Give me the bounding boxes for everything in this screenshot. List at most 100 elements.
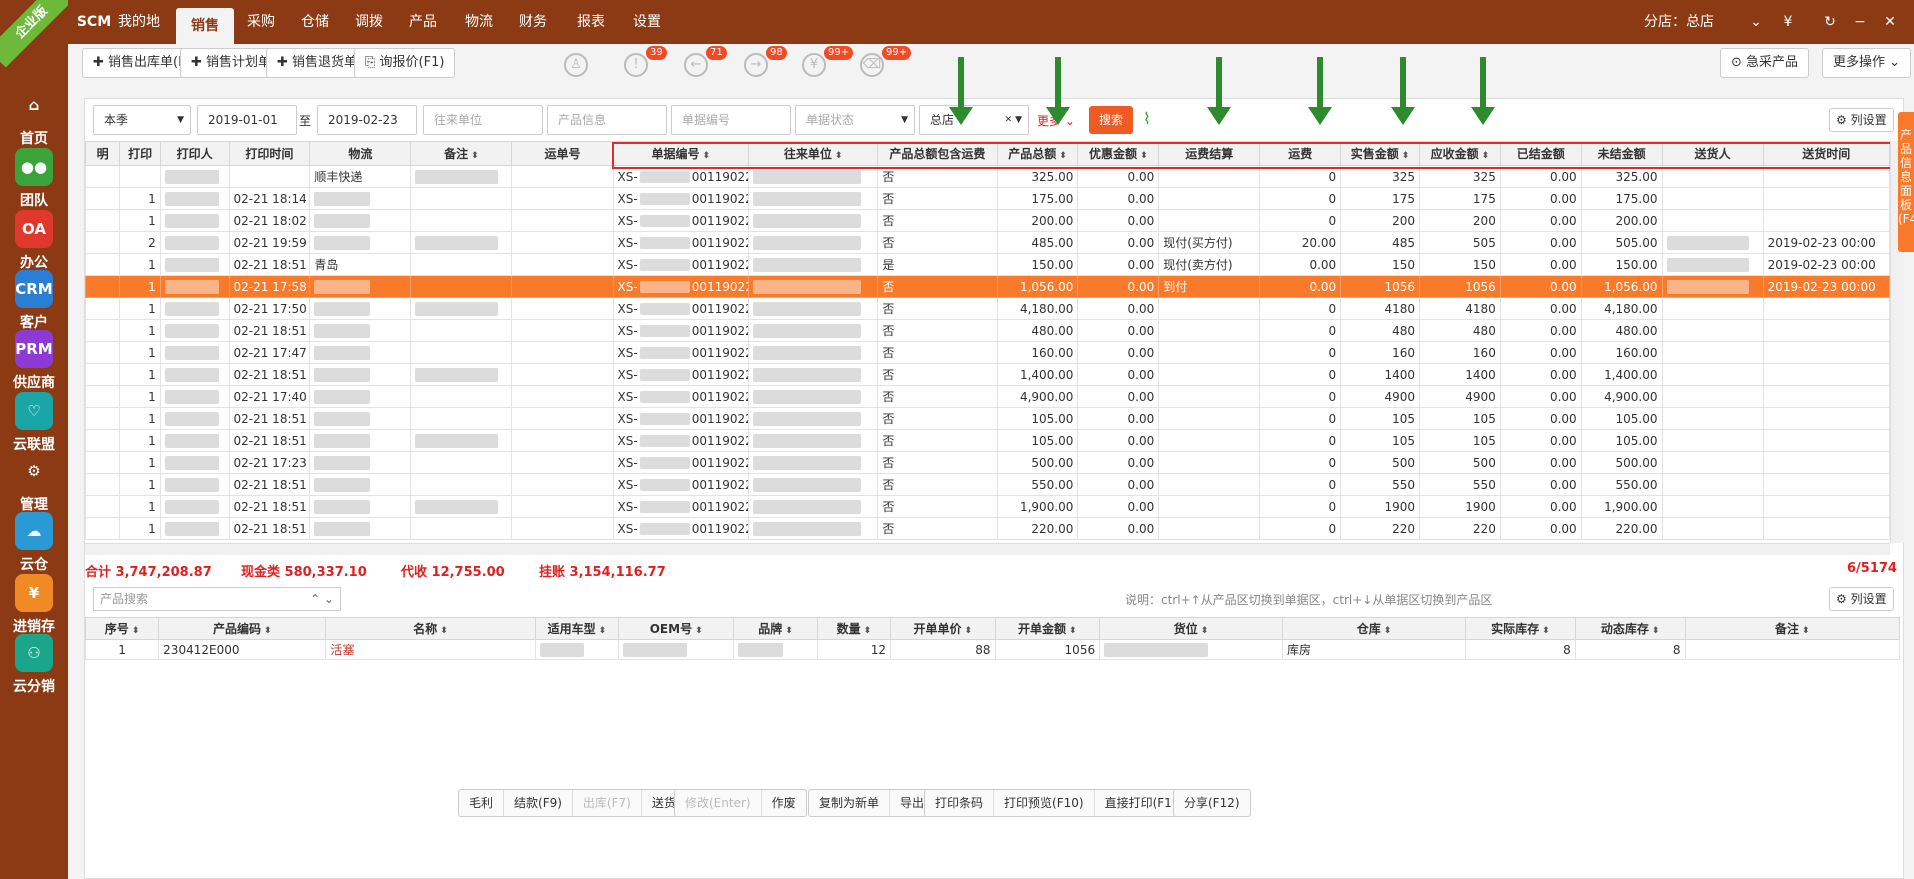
nav-tab-9[interactable]: 设置 bbox=[620, 0, 674, 44]
sort-icon[interactable]: ⬍ bbox=[965, 626, 973, 636]
sort-icon[interactable]: ⬍ bbox=[695, 626, 703, 636]
table-row[interactable]: 1 02-21 18:51 XS- 00119022 否 1,400.00 0.00 0 140… bbox=[84, 363, 1891, 386]
docno-input[interactable]: 单据编号 bbox=[671, 105, 791, 135]
sidebar-item-0[interactable]: ⌂ 首页 bbox=[0, 86, 68, 148]
action-button[interactable]: 毛利 bbox=[459, 790, 505, 816]
product-column-header[interactable]: 序号 ⬍ bbox=[84, 617, 160, 640]
store-filter-select[interactable]: 总店 ✕ ▼ bbox=[919, 105, 1029, 135]
alert-icon[interactable]: ! bbox=[624, 53, 648, 77]
sort-icon[interactable]: ⬍ bbox=[1402, 151, 1410, 161]
table-row[interactable]: 1 02-21 17:40 XS- 00119022 否 4,900.00 0.00 0 490… bbox=[84, 385, 1891, 408]
sort-icon[interactable]: ⬍ bbox=[1802, 626, 1810, 636]
column-header[interactable]: 产品总额 ⬍ bbox=[996, 141, 1079, 166]
sidebar-item-1[interactable]: ●● 团队 bbox=[0, 148, 68, 210]
table-row[interactable]: 1 02-21 18:02 XS- 00119022 否 200.00 0.00 0 200 20… bbox=[84, 209, 1891, 232]
trash-icon[interactable]: ⌫ bbox=[860, 53, 884, 77]
nav-tab-5[interactable]: 产品 bbox=[396, 0, 450, 44]
period-select[interactable]: 本季 ▼ bbox=[93, 105, 191, 135]
store-selector[interactable]: 分店：总店 bbox=[1634, 0, 1724, 44]
table-row[interactable]: 顺丰快递 XS- 00119022 否 325.00 0.00 0 325 325 0.00 325… bbox=[84, 165, 1891, 188]
sort-icon[interactable]: ⬍ bbox=[440, 626, 448, 636]
column-header[interactable]: 明 bbox=[84, 141, 121, 166]
forward-icon[interactable]: → bbox=[744, 53, 768, 77]
quote-button[interactable]: ⎘ 询报价(F1) bbox=[354, 48, 456, 78]
column-header[interactable]: 未结金额 bbox=[1580, 141, 1663, 166]
product-info-side-tab[interactable]: 产品信息面板(F4) bbox=[1898, 112, 1914, 252]
product-column-header[interactable]: 备注 ⬍ bbox=[1684, 617, 1901, 640]
product-column-header[interactable]: 数量 ⬍ bbox=[816, 617, 892, 640]
column-header[interactable]: 已结金额 bbox=[1499, 141, 1582, 166]
close-icon[interactable]: ✕ bbox=[1880, 0, 1900, 44]
sort-icon[interactable]: ⬍ bbox=[264, 626, 272, 636]
table-row[interactable]: 1 02-21 17:50 XS- 00119022 否 4,180.00 0.00 0 418… bbox=[84, 297, 1891, 320]
table-row[interactable]: 1 02-21 18:51 XS- 00119022 否 480.00 0.00 0 480 48… bbox=[84, 319, 1891, 342]
user-icon[interactable]: ♙ bbox=[564, 53, 588, 77]
column-header[interactable]: 优惠金额 ⬍ bbox=[1077, 141, 1160, 166]
product-row[interactable]: 1 230412E000 活塞 12 88 1056 库房 8 8 bbox=[84, 639, 1901, 660]
column-header[interactable]: 打印 bbox=[119, 141, 161, 166]
sort-icon[interactable]: ⬍ bbox=[864, 626, 872, 636]
column-header[interactable]: 实售金额 ⬍ bbox=[1340, 141, 1420, 166]
product-column-header[interactable]: 开单金额 ⬍ bbox=[994, 617, 1101, 640]
sort-icon[interactable]: ⬍ bbox=[132, 626, 140, 636]
sort-icon[interactable]: ⬍ bbox=[471, 151, 479, 161]
table-row[interactable]: 1 02-21 18:51 XS- 00119022 否 1,900.00 0.00 0 190… bbox=[84, 495, 1891, 518]
product-column-header[interactable]: 适用车型 ⬍ bbox=[534, 617, 620, 640]
nav-tab-0[interactable]: 我的地盘 bbox=[112, 0, 166, 74]
sort-icon[interactable]: ⬍ bbox=[599, 626, 607, 636]
product-column-header[interactable]: 品牌 ⬍ bbox=[733, 617, 818, 640]
sort-icon[interactable]: ⬍ bbox=[702, 151, 710, 161]
column-header[interactable]: 运费 bbox=[1259, 141, 1342, 166]
partner-input[interactable]: 往来单位 bbox=[423, 105, 543, 135]
sales-return-button[interactable]: ✚ 销售退货单 bbox=[266, 48, 369, 78]
column-settings-button[interactable]: ⚙ 列设置 bbox=[1829, 108, 1894, 132]
yen-icon[interactable]: ¥ bbox=[802, 53, 826, 77]
chevron-down-icon[interactable]: ⌄ bbox=[1746, 0, 1766, 44]
nav-tab-3[interactable]: 仓储 bbox=[288, 0, 342, 44]
sort-icon[interactable]: ⬍ bbox=[1201, 626, 1209, 636]
action-button[interactable]: 复制为新单 bbox=[809, 790, 891, 816]
sort-icon[interactable]: ⬍ bbox=[1140, 151, 1148, 161]
sort-icon[interactable]: ⬍ bbox=[1542, 626, 1550, 636]
action-button[interactable]: 出库(F7) bbox=[573, 790, 642, 816]
column-header[interactable]: 打印人 bbox=[159, 141, 230, 166]
product-column-header[interactable]: OEM号 ⬍ bbox=[618, 617, 735, 640]
product-column-header[interactable]: 名称 ⬍ bbox=[325, 617, 536, 640]
column-header[interactable]: 应收金额 ⬍ bbox=[1418, 141, 1501, 166]
sort-icon[interactable]: ⬍ bbox=[1059, 151, 1067, 161]
chevron-updown-icon[interactable]: ⌃ ⌄ bbox=[310, 588, 334, 610]
table-row[interactable]: 1 02-21 18:51 XS- 00119022 否 105.00 0.00 0 105 10… bbox=[84, 407, 1891, 430]
column-header[interactable]: 产品总额包含运费 bbox=[877, 141, 998, 166]
sidebar-item-8[interactable]: ¥ 进销存 bbox=[0, 574, 68, 636]
minimize-icon[interactable]: − bbox=[1850, 0, 1870, 44]
sidebar-item-5[interactable]: ♡ 云联盟 bbox=[0, 392, 68, 454]
date-from-input[interactable]: 2019-01-01 bbox=[197, 105, 297, 135]
product-column-header[interactable]: 货位 ⬍ bbox=[1099, 617, 1284, 640]
action-button[interactable]: 打印预览(F10) bbox=[994, 790, 1095, 816]
table-row[interactable]: 1 02-21 17:58 XS- 00119022 否 1,056.00 0.00 到付 0.… bbox=[84, 275, 1891, 298]
date-to-input[interactable]: 2019-02-23 bbox=[317, 105, 417, 135]
horizontal-scrollbar[interactable] bbox=[85, 543, 1890, 555]
column-header[interactable]: 打印时间 bbox=[228, 141, 311, 166]
column-header[interactable]: 备注 ⬍ bbox=[410, 141, 513, 166]
sort-icon[interactable]: ⬍ bbox=[1652, 626, 1660, 636]
column-header[interactable]: 物流 bbox=[309, 141, 412, 166]
back-icon[interactable]: ← bbox=[684, 53, 708, 77]
column-header[interactable]: 运费结算 bbox=[1158, 141, 1261, 166]
sort-icon[interactable]: ⬍ bbox=[1482, 151, 1490, 161]
action-button[interactable]: 结款(F9) bbox=[504, 790, 573, 816]
table-row[interactable]: 1 02-21 18:51 XS- 00119022 否 105.00 0.00 0 105 10… bbox=[84, 429, 1891, 452]
column-header[interactable]: 往来单位 ⬍ bbox=[747, 141, 879, 166]
nav-tab-4[interactable]: 调拨 bbox=[342, 0, 396, 44]
product-search-input[interactable]: 产品搜索 ⌃ ⌄ bbox=[93, 587, 341, 611]
nav-tab-6[interactable]: 物流 bbox=[452, 0, 506, 44]
status-select[interactable]: 单据状态 ▼ bbox=[795, 105, 915, 135]
product-column-header[interactable]: 产品编码 ⬍ bbox=[158, 617, 327, 640]
search-button[interactable]: 搜索 bbox=[1089, 106, 1133, 134]
column-header[interactable]: 单据编号 ⬍ bbox=[612, 141, 749, 166]
table-row[interactable]: 1 02-21 18:51 青岛 XS- 00119022 是 150.00 0.00 现付(卖… bbox=[84, 253, 1891, 276]
nav-tab-2[interactable]: 采购 bbox=[234, 0, 288, 44]
column-header[interactable]: 运单号 bbox=[511, 141, 614, 166]
action-button[interactable]: 修改(Enter) bbox=[675, 790, 762, 816]
nav-tab-8[interactable]: 报表 bbox=[564, 0, 618, 44]
